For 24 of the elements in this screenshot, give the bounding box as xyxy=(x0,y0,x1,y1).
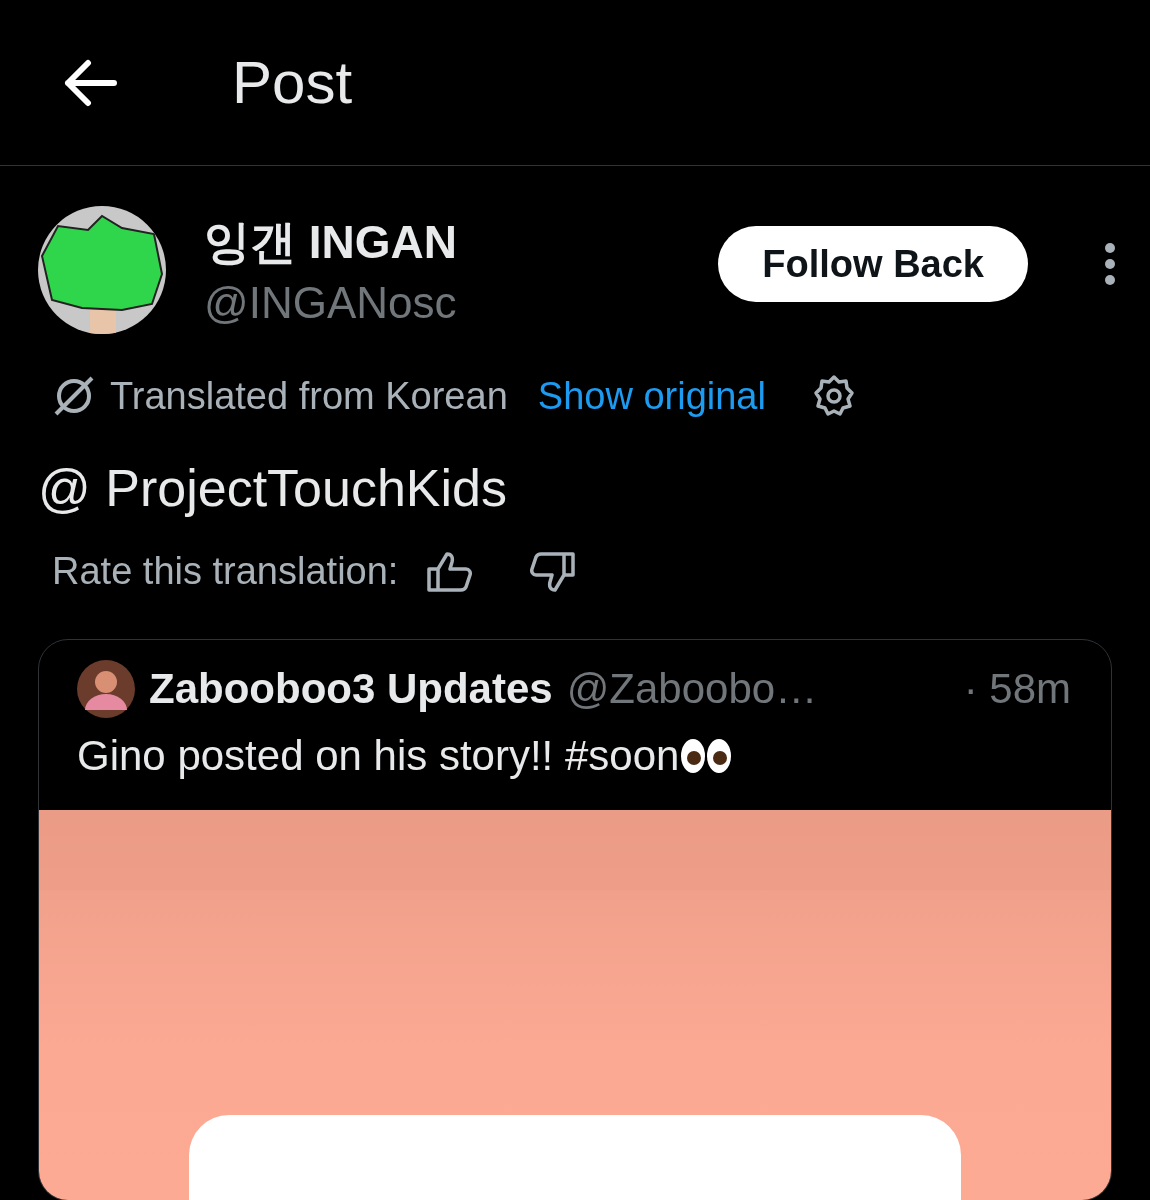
quote-text: Gino posted on his story!! #soon xyxy=(77,732,680,780)
avatar xyxy=(77,660,135,718)
author-handle: @Zaboobo… xyxy=(566,665,818,713)
thumbs-down-icon xyxy=(530,550,577,593)
thumbs-up-icon xyxy=(426,550,473,593)
post-text: @ ProjectTouchKids xyxy=(37,458,508,518)
thumbs-up-button[interactable] xyxy=(426,550,473,593)
translate-icon xyxy=(52,374,96,418)
back-button[interactable] xyxy=(62,58,118,107)
post-time: · 58m xyxy=(963,665,1071,713)
translation-note: Translated from Korean xyxy=(110,374,508,418)
follow-back-button[interactable]: Follow Back xyxy=(718,226,1028,302)
settings-button[interactable] xyxy=(811,374,856,418)
show-original-link[interactable]: Show original xyxy=(537,374,766,418)
back-arrow-icon xyxy=(62,58,118,107)
eyes-icon xyxy=(679,737,734,775)
thumbs-down-button[interactable] xyxy=(530,550,577,593)
settings-icon xyxy=(811,374,856,418)
more-icon xyxy=(1104,242,1116,286)
page-title: Post xyxy=(232,48,353,117)
author-name: 잉갠 INGAN xyxy=(204,215,457,270)
author-name: Zabooboo3 Updates xyxy=(149,665,553,713)
author-handle: @INGANosc xyxy=(204,278,457,328)
rate-label: Rate this translation: xyxy=(52,550,399,593)
